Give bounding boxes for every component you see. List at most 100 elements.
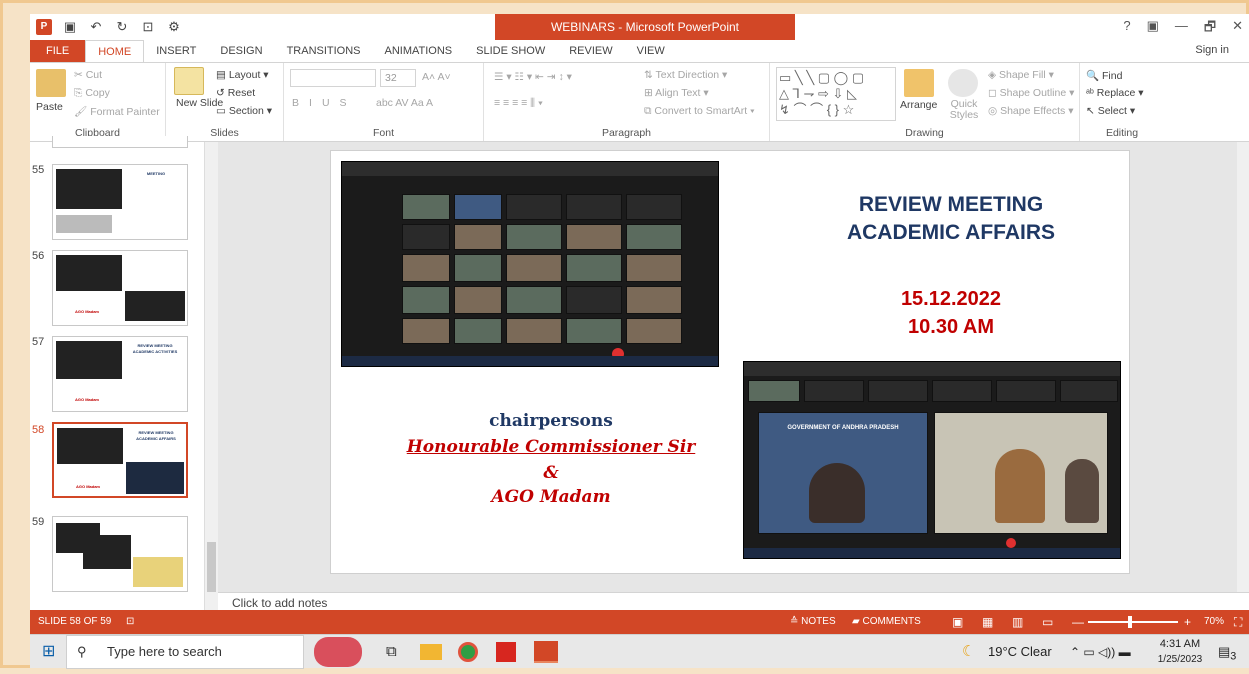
shadow-label[interactable]: S — [340, 97, 357, 109]
font-format-buttons[interactable]: BIUS — [292, 97, 357, 109]
weather-text[interactable]: 19°C Clear — [988, 635, 1052, 669]
strike-spacing-buttons[interactable]: abc AV Aa A — [376, 97, 433, 109]
slide-thumbnail-56[interactable]: AGO Madam — [52, 250, 188, 326]
clock-date[interactable]: 1/25/2023 — [1152, 652, 1208, 667]
ribbon-display-options-icon[interactable]: ▣ — [1147, 18, 1159, 40]
tab-home[interactable]: HOME — [85, 40, 145, 62]
bold-label[interactable]: B — [292, 97, 309, 109]
meeting-screenshot-speakers[interactable]: GOVERNMENT OF ANDHRA PRADESH — [743, 361, 1121, 559]
editing-group: 🔍 Find ᵃᵇ Replace ▾ ↖ Select ▾ Editing — [1080, 63, 1164, 141]
weather-icon[interactable]: ☾ — [962, 635, 975, 669]
sign-in-link[interactable]: Sign in — [1195, 44, 1229, 56]
arrange-icon[interactable] — [904, 69, 934, 97]
undo-icon[interactable]: ↶ — [88, 19, 104, 35]
shape-effects-button[interactable]: ◎ Shape Effects ▾ — [988, 105, 1073, 117]
reading-view-icon[interactable]: ▥ — [1012, 610, 1023, 634]
notes-pane[interactable]: Click to add notes — [218, 592, 1249, 610]
slide-thumbnail-57[interactable]: REVIEW MEETING ACADEMIC ACTIVITIES AGO M… — [52, 336, 188, 412]
slide-thumbnail-54-partial[interactable] — [52, 136, 188, 148]
flower-widget-icon[interactable] — [314, 637, 362, 667]
shape-fill-button[interactable]: ◈ Shape Fill ▾ — [988, 69, 1054, 81]
redo-icon[interactable]: ↻ — [114, 19, 130, 35]
customize-toolbar-icon[interactable]: ⚙ — [166, 19, 182, 35]
section-button[interactable]: ▭ Section ▾ — [216, 105, 272, 117]
tab-design[interactable]: DESIGN — [208, 40, 274, 62]
replace-button[interactable]: ᵃᵇ Replace ▾ — [1086, 87, 1144, 99]
slide-scrollbar[interactable] — [1237, 142, 1249, 592]
slide[interactable]: GOVERNMENT OF ANDHRA PRADESH REVIEW MEET… — [330, 150, 1130, 574]
convert-smartart-button[interactable]: ⧉ Convert to SmartArt ▾ — [644, 105, 755, 118]
chrome-icon[interactable] — [458, 642, 478, 662]
slide-show-icon[interactable]: ▭ — [1042, 610, 1053, 634]
arrange-button[interactable]: Arrange — [900, 99, 937, 111]
zoom-slider-thumb[interactable] — [1128, 616, 1132, 628]
align-buttons[interactable]: ≡ ≡ ≡ ≡ ⫼ ▾ — [494, 97, 543, 110]
new-slide-icon[interactable] — [174, 67, 204, 95]
start-from-beginning-icon[interactable]: ⊡ — [140, 19, 156, 35]
quick-styles-button[interactable]: Quick Styles — [942, 99, 986, 121]
tab-review[interactable]: REVIEW — [557, 40, 624, 62]
save-icon[interactable]: ▣ — [62, 19, 78, 35]
slide-thumbnail-55[interactable]: MEETING — [52, 164, 188, 240]
paste-icon[interactable] — [36, 69, 66, 97]
slide-thumbnail-59[interactable] — [52, 516, 188, 592]
text-direction-button[interactable]: ⇅ Text Direction ▾ — [644, 69, 727, 81]
align-text-button[interactable]: ⊞ Align Text ▾ — [644, 87, 709, 99]
zoom-level[interactable]: 70% — [1204, 610, 1224, 634]
reset-button[interactable]: ↺ Reset — [216, 87, 255, 99]
spacing-label[interactable]: AV — [395, 97, 408, 109]
font-color-label[interactable]: A — [426, 97, 433, 109]
zoom-in-icon[interactable]: + — [1184, 610, 1191, 634]
system-tray-icons[interactable]: ⌃ ▭ ◁)) ▬ — [1070, 635, 1131, 669]
comments-button[interactable]: ▰ COMMENTS — [852, 610, 921, 634]
help-icon[interactable]: ? — [1123, 18, 1130, 40]
paste-button[interactable]: Paste — [36, 101, 63, 113]
layout-button[interactable]: ▤ Layout ▾ — [216, 69, 269, 81]
tab-file[interactable]: FILE — [30, 40, 86, 62]
normal-view-icon[interactable]: ▣ — [952, 610, 963, 634]
tab-animations[interactable]: ANIMATIONS — [373, 40, 465, 62]
windows-start-icon[interactable]: ⊞ — [42, 635, 55, 669]
tab-slide-show[interactable]: SLIDE SHOW — [464, 40, 557, 62]
zoom-out-icon[interactable]: — — [1072, 610, 1084, 634]
tab-insert[interactable]: INSERT — [144, 40, 208, 62]
minimize-icon[interactable]: — — [1175, 18, 1188, 40]
italic-label[interactable]: I — [309, 97, 322, 109]
clock-time[interactable]: 4:31 AM — [1156, 637, 1204, 652]
file-explorer-icon[interactable] — [420, 644, 442, 660]
shapes-gallery[interactable]: ▭ ╲ ╲ ▢ ◯ ▢ △ ⅂ ⇁ ⇨ ⇩ ◺ ↯ ⌒ ⌒ { } ☆ — [776, 67, 896, 121]
tab-transitions[interactable]: TRANSITIONS — [275, 40, 373, 62]
cut-button[interactable]: ✂ Cut — [74, 69, 102, 81]
copy-button[interactable]: ⎘ Copy — [74, 87, 110, 100]
case-label[interactable]: Aa — [411, 97, 424, 109]
shape-outline-button[interactable]: ◻ Shape Outline ▾ — [988, 87, 1074, 99]
powerpoint-taskbar-icon[interactable] — [534, 641, 558, 663]
font-size-combo[interactable]: 32 — [380, 69, 416, 87]
quick-styles-icon[interactable] — [948, 69, 978, 97]
notification-icon[interactable]: ▤3 — [1218, 635, 1236, 669]
slide-sorter-icon[interactable]: ▦ — [982, 610, 993, 634]
select-button[interactable]: ↖ Select ▾ — [1086, 105, 1135, 117]
tab-view[interactable]: VIEW — [625, 40, 677, 62]
notes-button[interactable]: ≙ NOTES — [790, 610, 836, 634]
scrollbar-thumb[interactable] — [207, 542, 216, 592]
zoom-slider[interactable] — [1088, 621, 1178, 623]
restore-icon[interactable]: 🗗 — [1204, 18, 1216, 40]
close-icon[interactable]: ✕ — [1232, 18, 1243, 40]
format-painter-button[interactable]: 🖌 Format Painter — [74, 105, 160, 118]
ribbon-tabs: FILE HOME INSERT DESIGN TRANSITIONS ANIM… — [30, 40, 1249, 62]
list-buttons[interactable]: ☰ ▾ ☷ ▾ ⇤ ⇥ ↕ ▾ — [494, 71, 572, 83]
slide-thumbnail-58[interactable]: REVIEW MEETING ACADEMIC AFFAIRS AGO Mada… — [52, 422, 188, 498]
taskbar-search-box[interactable]: ⚲ Type here to search — [66, 635, 304, 669]
font-name-combo[interactable] — [290, 69, 376, 87]
spell-check-icon[interactable]: ⊡ — [126, 610, 134, 634]
underline-label[interactable]: U — [322, 97, 340, 109]
task-view-icon[interactable]: ⧉ — [386, 635, 397, 669]
acrobat-icon[interactable] — [496, 642, 516, 662]
fit-slide-icon[interactable]: ⛶ — [1234, 610, 1242, 634]
strike-label[interactable]: abc — [376, 97, 393, 109]
find-button[interactable]: 🔍 Find — [1086, 69, 1122, 82]
thumbnail-scrollbar[interactable] — [204, 142, 218, 610]
grow-font-button[interactable]: A˄ A˅ — [422, 71, 451, 83]
meeting-screenshot-grid[interactable] — [341, 161, 719, 367]
